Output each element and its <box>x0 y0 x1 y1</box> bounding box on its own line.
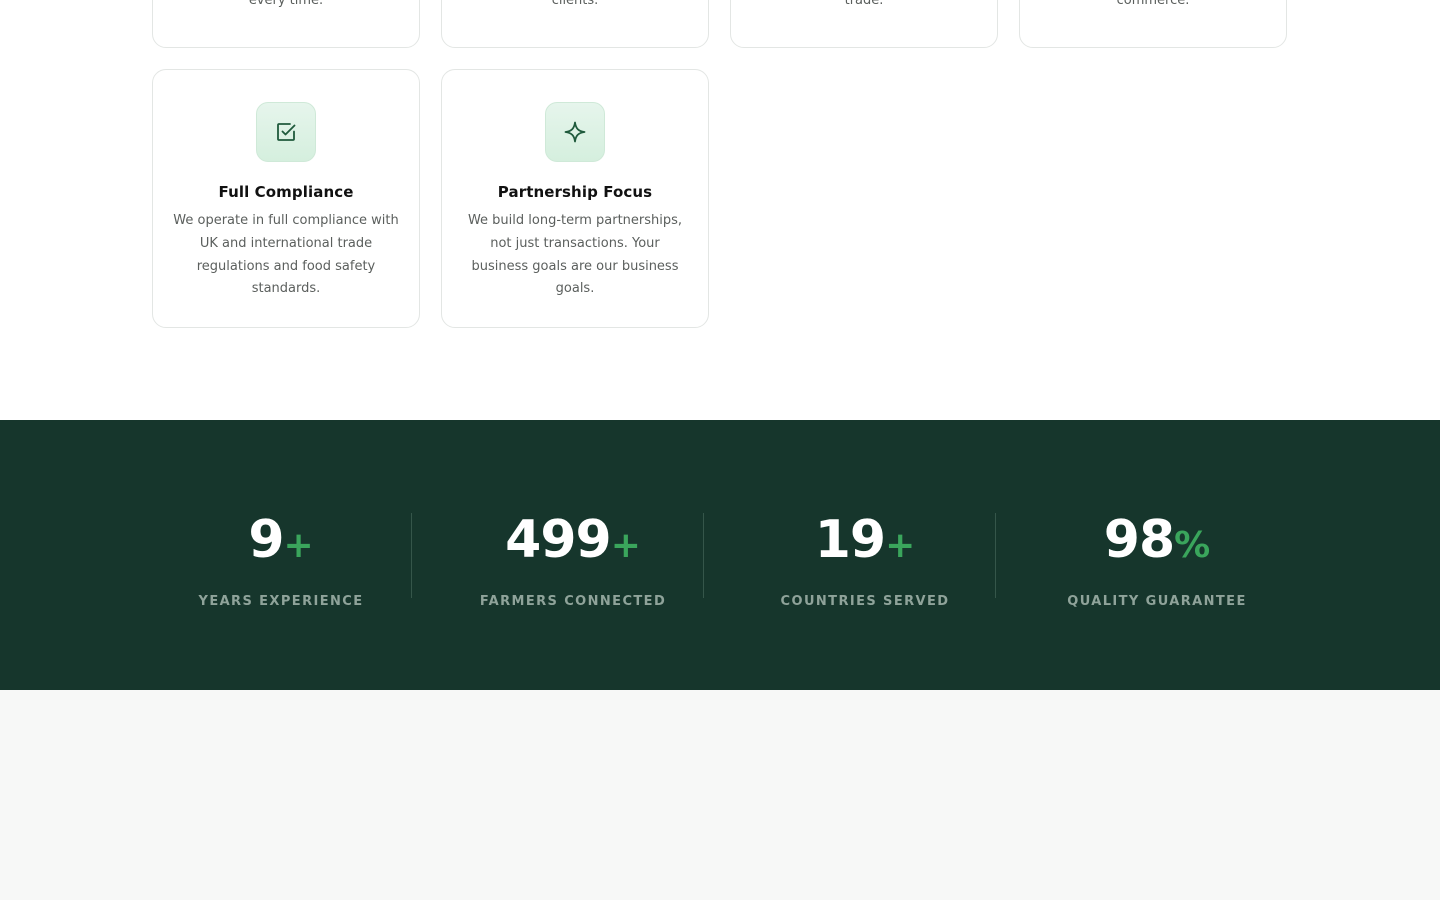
value-card: commerce. <box>1019 0 1287 48</box>
card-description: We build long-term partnerships, not jus… <box>467 213 683 297</box>
stat-value: 98% <box>1103 510 1211 570</box>
card-description: trade. <box>844 0 884 9</box>
stat-divider <box>703 513 704 598</box>
stat-label: COUNTRIES SERVED <box>780 594 950 609</box>
stat-suffix: + <box>610 525 641 566</box>
value-card-full-compliance: Full Compliance We operate in full compl… <box>152 69 420 328</box>
value-card-partnership-focus: Partnership Focus We build long-term par… <box>441 69 709 328</box>
stat-divider <box>411 513 412 598</box>
stat-value: 499+ <box>505 510 641 570</box>
stats-section: 9+ YEARS EXPERIENCE 499+ FARMERS CONNECT… <box>0 420 1440 690</box>
card-title: Full Compliance <box>218 183 354 201</box>
values-section: every time. clients. trade. commerce. Fu… <box>0 0 1440 420</box>
stat-countries-served: 19+ COUNTRIES SERVED <box>719 510 1011 609</box>
stat-farmers-connected: 499+ FARMERS CONNECTED <box>427 510 719 609</box>
stat-value: 9+ <box>248 510 314 570</box>
checkbox-check-icon <box>256 102 316 162</box>
card-title: Partnership Focus <box>497 183 653 201</box>
stat-suffix: + <box>283 525 314 566</box>
value-card: trade. <box>730 0 998 48</box>
stat-label: QUALITY GUARANTEE <box>1067 594 1247 609</box>
sparkle-star-icon <box>545 102 605 162</box>
stat-value: 19+ <box>814 510 916 570</box>
stat-quality-guarantee: 98% QUALITY GUARANTEE <box>1011 510 1303 609</box>
next-section-background <box>0 690 1440 900</box>
stat-label: FARMERS CONNECTED <box>479 594 667 609</box>
card-description: every time. <box>248 0 324 9</box>
value-card: clients. <box>441 0 709 48</box>
stat-years-experience: 9+ YEARS EXPERIENCE <box>135 510 427 609</box>
card-description: We operate in full compliance with UK an… <box>173 213 399 297</box>
stat-suffix: + <box>885 525 916 566</box>
value-card: every time. <box>152 0 420 48</box>
stat-label: YEARS EXPERIENCE <box>198 594 364 609</box>
stat-divider <box>995 513 996 598</box>
card-description: clients. <box>551 0 599 9</box>
stat-suffix: % <box>1174 525 1211 566</box>
card-description: commerce. <box>1116 0 1190 9</box>
